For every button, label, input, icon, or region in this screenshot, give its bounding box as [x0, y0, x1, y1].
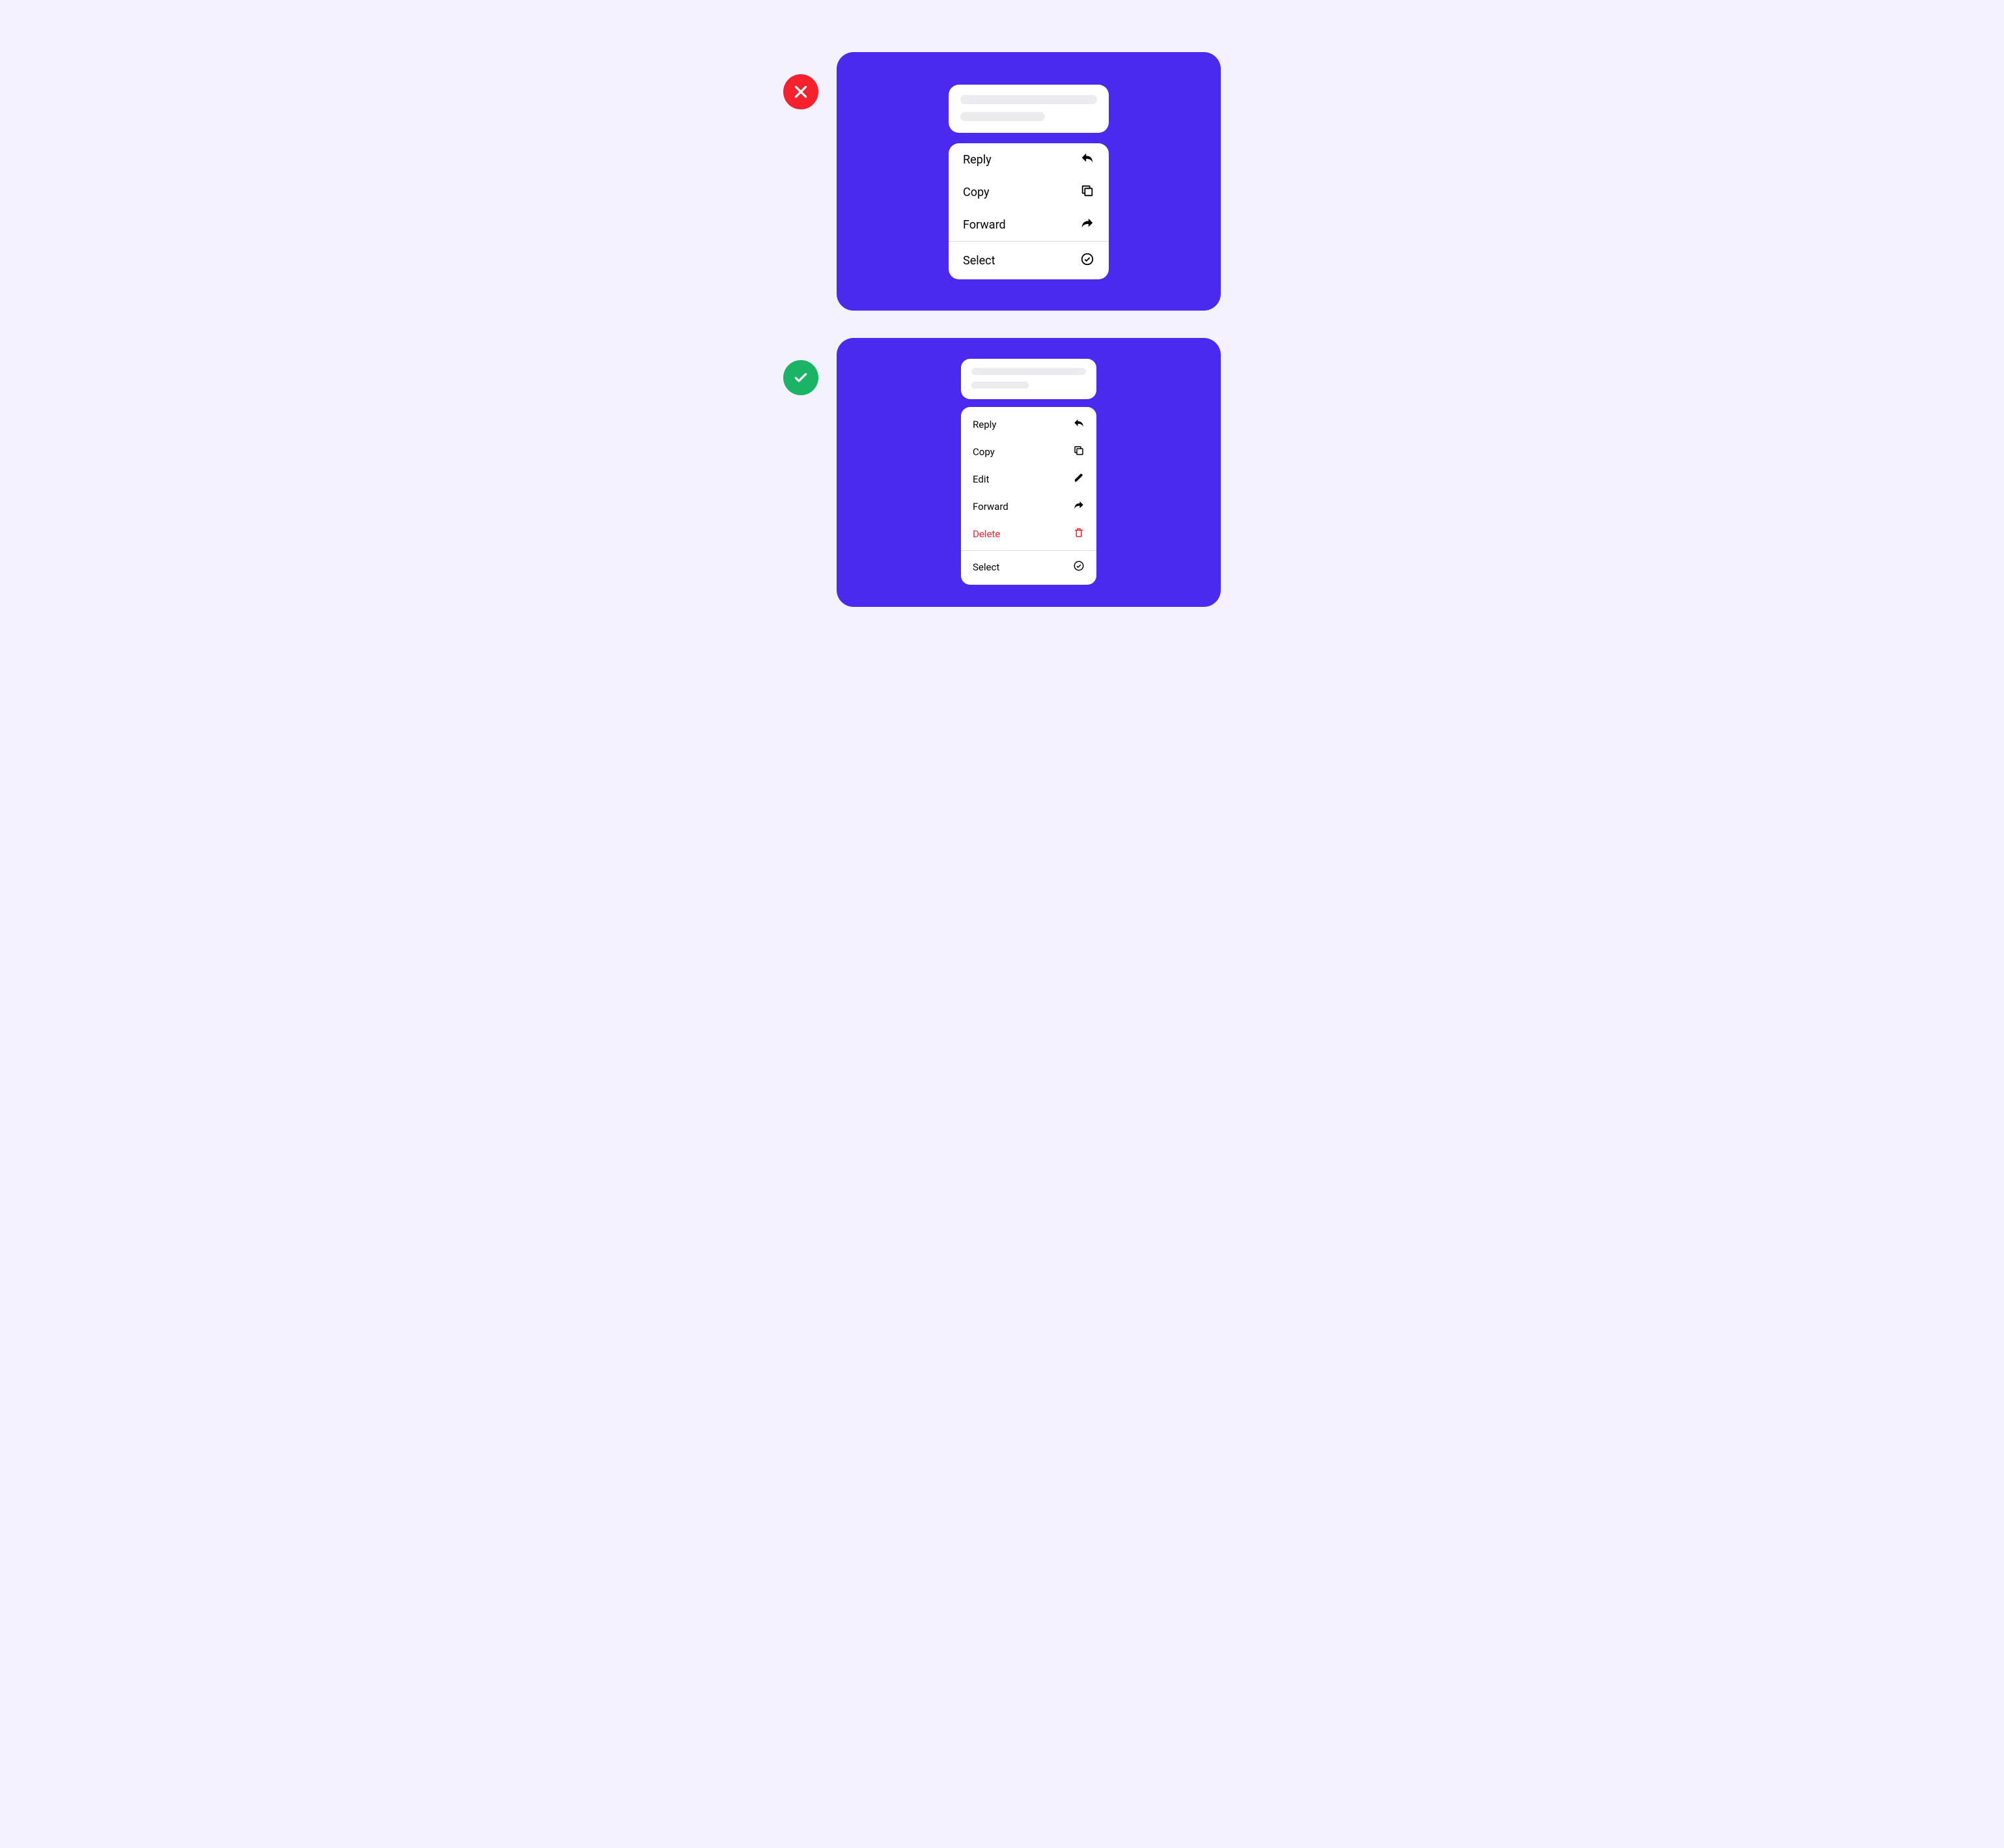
dont-panel: Reply Copy Forward Select [837, 52, 1221, 311]
do-panel: Reply Copy Edit Forward [837, 338, 1221, 607]
menu-item-select[interactable]: Select [949, 242, 1109, 279]
skeleton-line [960, 112, 1045, 121]
reply-icon [1073, 417, 1085, 432]
forward-icon [1080, 216, 1094, 233]
menu-item-label: Delete [973, 528, 1000, 540]
context-menu: Reply Copy Forward Select [949, 143, 1109, 279]
do-example-row: Reply Copy Edit Forward [783, 338, 1221, 607]
menu-item-label: Select [963, 254, 995, 268]
check-circle-icon [1080, 252, 1094, 269]
menu-item-label: Copy [973, 446, 995, 458]
menu-item-select[interactable]: Select [961, 551, 1096, 585]
menu-item-label: Reply [963, 153, 992, 167]
check-icon [792, 369, 809, 386]
menu-item-edit[interactable]: Edit [961, 466, 1096, 493]
menu-item-delete[interactable]: Delete [961, 520, 1096, 548]
menu-item-forward[interactable]: Forward [949, 208, 1109, 241]
x-icon [792, 83, 809, 100]
trash-icon [1073, 527, 1085, 541]
context-menu: Reply Copy Edit Forward [961, 407, 1096, 585]
dont-example-row: Reply Copy Forward Select [783, 52, 1221, 311]
menu-item-copy[interactable]: Copy [949, 176, 1109, 208]
copy-icon [1073, 445, 1085, 459]
message-bubble [961, 359, 1096, 399]
menu-item-label: Edit [973, 473, 989, 485]
check-circle-icon [1073, 560, 1085, 574]
menu-item-label: Reply [973, 419, 996, 430]
menu-item-label: Forward [963, 218, 1006, 232]
copy-icon [1080, 184, 1094, 201]
menu-item-forward[interactable]: Forward [961, 493, 1096, 520]
message-bubble [949, 85, 1109, 133]
do-badge [783, 360, 818, 395]
menu-item-label: Forward [973, 501, 1009, 512]
menu-item-reply[interactable]: Reply [961, 407, 1096, 438]
skeleton-line [971, 368, 1086, 375]
edit-icon [1073, 472, 1085, 486]
forward-icon [1073, 499, 1085, 514]
menu-item-label: Select [973, 561, 999, 573]
dont-badge [783, 74, 818, 109]
skeleton-line [971, 382, 1029, 389]
skeleton-line [960, 95, 1097, 104]
menu-item-copy[interactable]: Copy [961, 438, 1096, 466]
menu-item-reply[interactable]: Reply [949, 143, 1109, 176]
reply-icon [1080, 151, 1094, 168]
menu-item-label: Copy [963, 186, 990, 199]
